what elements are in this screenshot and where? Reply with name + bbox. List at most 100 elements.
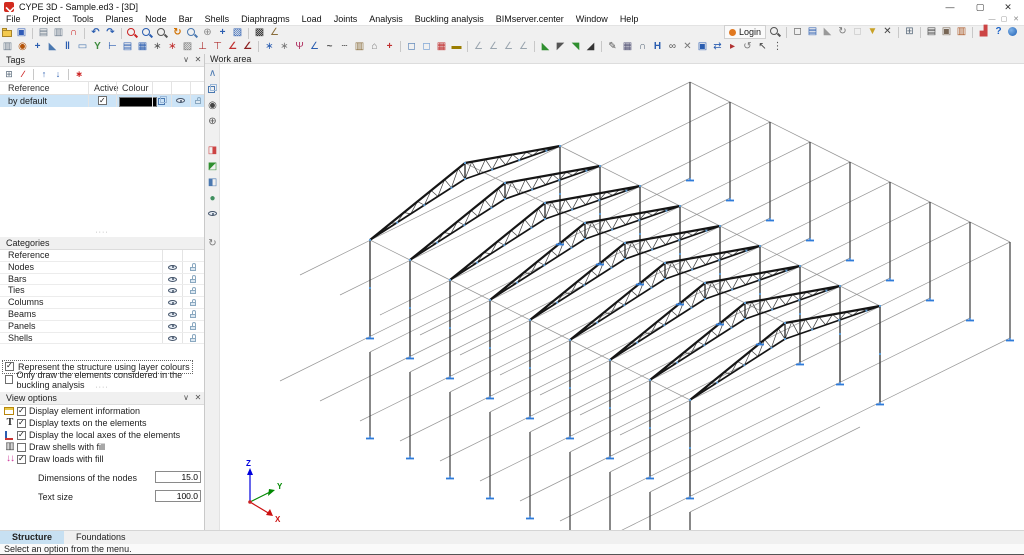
hide-elements-icon[interactable] [206,208,219,221]
import-export-icon[interactable]: ⇄ [711,41,724,53]
sheet-window-icon[interactable]: ▤ [806,26,819,38]
buckling-only-option[interactable]: Only draw the elements considered in the… [0,370,204,390]
open-button[interactable] [1,27,13,39]
help-icon[interactable]: ? [992,26,1005,38]
zoom-icon[interactable] [156,27,169,39]
descend-node-icon[interactable]: ⊥ [196,41,209,53]
category-visibility-icon[interactable] [166,333,179,345]
category-lock-icon[interactable] [187,309,199,321]
menu-node[interactable]: Node [139,14,173,25]
category-lock-icon[interactable] [187,262,199,274]
move-view-icon[interactable]: + [216,27,229,39]
buckling-only-checkbox[interactable] [5,375,13,385]
node-dimensions-input[interactable] [155,471,201,484]
menu-window[interactable]: Window [570,14,614,25]
close-button[interactable]: ✕ [994,0,1022,14]
select-window-icon[interactable]: ◻ [405,41,418,53]
mdi-close-button[interactable]: ✕ [1010,14,1022,25]
tag-3d-icon[interactable] [156,95,168,107]
tag-visibility-icon[interactable] [174,95,187,107]
tab-foundations[interactable]: Foundations [64,531,138,544]
tag-row-by-default[interactable]: by default [0,95,204,107]
orbit-icon[interactable]: ↻ [206,237,219,250]
close-tags-icon[interactable]: ✕ [192,54,204,66]
menu-buckling-analysis[interactable]: Buckling analysis [409,14,490,25]
menu-bar[interactable]: Bar [173,14,199,25]
bar-sections-icon[interactable]: ‖ [61,41,74,53]
dashed-bar-icon[interactable]: ┄ [338,41,351,53]
cube-view-icon[interactable] [206,83,219,96]
window-red-icon[interactable]: ◨ [206,144,219,157]
eraser-icon[interactable]: ▬ [450,41,463,53]
planes-manager-icon[interactable]: ▥ [1,41,14,53]
building-icon[interactable]: ⌂ [368,41,381,53]
deflection-icon[interactable]: ∠ [308,41,321,53]
cursor-icon[interactable]: ↖ [756,41,769,53]
moment-icon[interactable]: ~ [323,41,336,53]
move-element-icon[interactable]: + [31,41,44,53]
draw-loads-fill-checkbox[interactable] [17,454,26,464]
trim-icon[interactable]: ✕ [681,41,694,53]
menu-load[interactable]: Load [296,14,328,25]
node-cross-icon[interactable]: + [383,41,396,53]
search-icon[interactable] [769,26,782,38]
axes-icon[interactable]: ∧ [206,67,219,80]
menu-diaphragms[interactable]: Diaphragms [235,14,296,25]
display-texts-option[interactable]: T Display texts on the elements [0,417,204,429]
collapse-view-options-icon[interactable]: ∨ [180,392,192,404]
describe-bar-icon[interactable]: ▭ [76,41,89,53]
globe-icon[interactable] [1007,26,1019,38]
ascend-node-icon[interactable]: ⊤ [211,41,224,53]
minimize-button[interactable]: — [936,0,964,14]
new-plane-icon[interactable]: ◣ [46,41,59,53]
camera-view-icon[interactable]: ◉ [206,99,219,112]
local-axes-icon-1[interactable]: ∠ [472,41,485,53]
window-blue-icon[interactable]: ◧ [206,176,219,189]
align-nodes-icon[interactable]: ⊢ [106,41,119,53]
local-axes-icon-4[interactable]: ∠ [517,41,530,53]
statistics-icon[interactable]: ▟ [977,26,990,38]
text-size-input[interactable] [155,490,201,503]
link-icon[interactable]: ∞ [666,41,679,53]
bar-grid-icon[interactable]: ▦ [136,41,149,53]
display-local-axes-option[interactable]: Display the local axes of the elements [0,429,204,441]
category-visibility-icon[interactable] [166,274,179,286]
tab-structure[interactable]: Structure [0,531,65,544]
category-visibility-icon[interactable] [166,297,179,309]
sphere-icon[interactable]: ● [206,192,219,205]
login-button[interactable]: Login [723,25,766,39]
display-texts-checkbox[interactable] [17,418,26,428]
export-icon[interactable]: ▥ [955,26,968,38]
pan-icon[interactable]: ⊕ [201,27,214,39]
redo-icon[interactable]: ↷ [104,27,117,39]
project-data-icon[interactable]: ▥ [52,27,65,39]
brace-icon[interactable]: ∗ [278,41,291,53]
draw-shells-fill-option[interactable]: ▥ Draw shells with fill [0,441,204,453]
delete-dimension-icon[interactable]: ∗ [166,41,179,53]
mesh-icon[interactable]: ▦ [435,41,448,53]
assign-tag-button[interactable]: ∗ [73,69,85,80]
angle-icon-2[interactable]: ∠ [241,41,254,53]
refresh-icon[interactable]: ↺ [741,41,754,53]
new-tag-button[interactable]: ⊞ [3,69,15,80]
more-icon[interactable]: ⋮ [771,41,784,53]
section-h-icon[interactable]: H [651,41,664,53]
delete-icon[interactable]: ✕ [881,26,894,38]
view-corner-icon-2[interactable]: ◤ [554,41,567,53]
snapshot-icon[interactable]: ▣ [940,26,953,38]
category-visibility-icon[interactable] [166,309,179,321]
menu-planes[interactable]: Planes [100,14,140,25]
pan-orbit-icon[interactable]: ⊕ [206,115,219,128]
magnet-snap-icon[interactable]: ∩ [67,27,80,39]
display-element-information-checkbox[interactable] [17,406,26,416]
restore-button[interactable]: ▢ [966,0,994,14]
menu-shells[interactable]: Shells [199,14,236,25]
sheet-icon[interactable]: ▣ [696,41,709,53]
category-lock-icon[interactable] [187,333,199,345]
pencil-icon[interactable]: ✎ [606,41,619,53]
tie-icon[interactable]: ∗ [263,41,276,53]
view-corner-icon-1[interactable]: ◣ [539,41,552,53]
layers-icon[interactable]: ▦ [621,41,634,53]
menu-file[interactable]: File [0,14,27,25]
flag-icon[interactable]: ▸ [726,41,739,53]
